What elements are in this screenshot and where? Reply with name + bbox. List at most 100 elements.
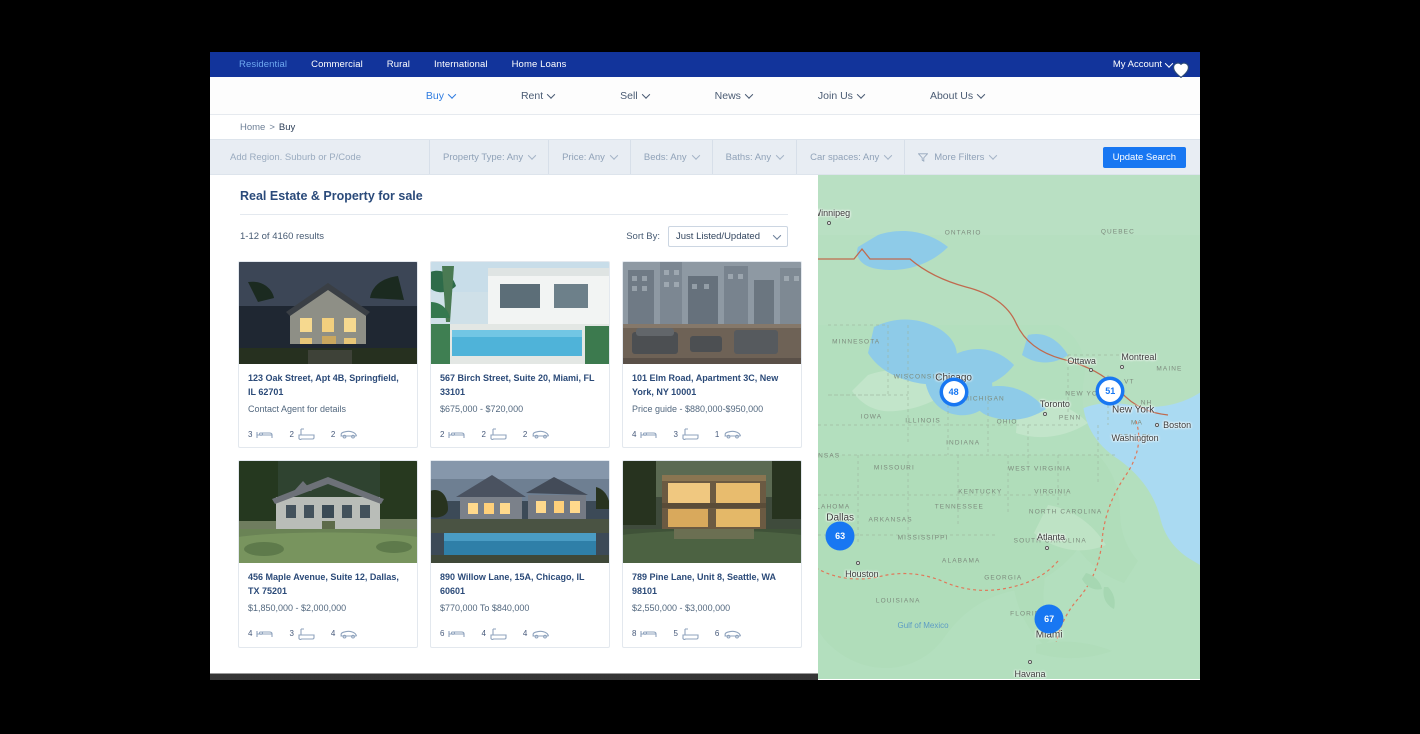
feature-cars: 4: [331, 629, 358, 639]
results-meta-row: 1-12 of 4160 results Sort By: Just Liste…: [240, 215, 788, 247]
listing-features: 6 4 4: [440, 628, 600, 640]
map-city-label: Atlanta: [1037, 532, 1066, 543]
map-cluster-marker[interactable]: 48: [942, 380, 965, 403]
breadcrumb-home[interactable]: Home: [240, 122, 265, 133]
map-region-label: WISCONSIN: [893, 373, 942, 381]
feature-cars: 1: [715, 429, 742, 439]
filter-car-spaces-label: Car spaces: Any: [810, 151, 880, 163]
filter-baths[interactable]: Baths: Any: [713, 140, 798, 174]
my-account-label: My Account: [1112, 59, 1162, 70]
map-city-dot: [1028, 659, 1032, 664]
chevron-down-icon: [527, 151, 537, 160]
map-region-label: ALABAMA: [942, 557, 981, 565]
feature-beds: 6: [440, 628, 466, 639]
map-city-label: Toronto: [1039, 398, 1070, 409]
map-city-label: Dallas: [826, 512, 855, 524]
feature-baths: 3: [289, 628, 315, 640]
topbar-link-residential[interactable]: Residential: [239, 59, 311, 70]
filter-property-type[interactable]: Property Type: Any: [430, 140, 550, 174]
map-city-dot: [1043, 411, 1048, 416]
listing-address: 890 Willow Lane, 15A, Chicago, IL 60601: [440, 572, 585, 597]
listing-card[interactable]: 456 Maple Avenue, Suite 12, Dallas, TX 7…: [238, 62, 1189, 648]
feature-beds: 4: [248, 628, 274, 639]
nav-item-join-us[interactable]: Join Us: [785, 90, 897, 102]
nav-item-rent[interactable]: Rent: [488, 90, 587, 102]
map-panel[interactable]: ONTARIO QUEBEC MINNESOTA WISCONSIN MICHI…: [818, 175, 1200, 679]
map-cluster-marker[interactable]: 51: [1099, 379, 1122, 402]
filter-car-spaces[interactable]: Car spaces: Any: [797, 140, 906, 174]
nav-item-buy[interactable]: Buy: [393, 90, 488, 102]
cars-count: 4: [522, 629, 528, 639]
nav-item-news[interactable]: News: [682, 90, 785, 102]
topbar-link-home-loans[interactable]: Home Loans: [512, 59, 591, 70]
listing-features: 4 3: [248, 628, 408, 640]
baths-count: 4: [481, 629, 486, 639]
feature-baths: 2: [481, 428, 507, 441]
listing-card[interactable]: 101 Elm Road, Apartment 3C, New York, NY…: [622, 62, 1189, 449]
breadcrumb-current: Buy: [278, 121, 296, 133]
map-cluster-marker[interactable]: 67: [1038, 607, 1061, 630]
filter-beds-label: Beds: Any: [643, 151, 687, 163]
bed-icon: [256, 431, 274, 438]
listing-card[interactable]: 890 Willow Lane, 15A, Chicago, IL 60601 …: [430, 62, 1189, 648]
listing-details: 123 Oak Street, Apt 4B, Springfield, IL …: [239, 364, 417, 447]
listing-photo[interactable]: [239, 461, 417, 564]
update-search-button[interactable]: Update Search: [1102, 146, 1186, 168]
sort-by-select[interactable]: Just Listed/Updated: [668, 226, 788, 247]
listing-photo[interactable]: [623, 461, 801, 564]
nav-item-sell[interactable]: Sell: [587, 90, 682, 102]
map-city-label: Ottawa: [1067, 355, 1096, 366]
listing-features: 2 2 2: [440, 428, 600, 441]
bath-icon: [298, 628, 315, 640]
listing-photo[interactable]: [239, 262, 417, 364]
listing-price: Contact Agent for details: [248, 403, 347, 414]
nav-item-news-label: News: [714, 89, 741, 102]
page-title: Real Estate & Property for sale: [240, 189, 788, 215]
listing-photo[interactable]: [431, 262, 609, 364]
map-city-dot: [1119, 364, 1124, 369]
top-utility-bar: Residential Commercial Rural Internation…: [210, 52, 1200, 77]
map-region-label: LOUISIANA: [875, 597, 921, 605]
map-city-label: Houston: [845, 568, 879, 579]
map-region-label: VIRGINIA: [1034, 488, 1072, 496]
baths-count: 3: [289, 629, 294, 639]
topbar-link-rural[interactable]: Rural: [387, 59, 434, 70]
map-region-label: MAINE: [1156, 365, 1183, 373]
listing-photo[interactable]: [623, 262, 801, 364]
listing-address: 567 Birch Street, Suite 20, Miami, FL 33…: [440, 373, 595, 397]
filter-more-filters[interactable]: More Filters: [905, 140, 1102, 174]
modern-wood-glass-home-image: [623, 461, 801, 564]
filter-beds[interactable]: Beds: Any: [631, 140, 713, 174]
bed-icon: [448, 431, 466, 438]
listing-address: 456 Maple Avenue, Suite 12, Dallas, TX 7…: [248, 572, 399, 597]
map-city-label: Winnipeg: [818, 208, 851, 219]
nav-item-about-us[interactable]: About Us: [897, 90, 1017, 102]
map-region-label: KANSAS: [818, 452, 841, 460]
map-city-label: New York: [1112, 404, 1155, 416]
filter-property-type-label: Property Type: Any: [443, 151, 524, 163]
map-cluster-marker[interactable]: 63: [829, 524, 852, 547]
listing-details: 456 Maple Avenue, Suite 12, Dallas, TX 7…: [239, 563, 417, 646]
listing-card[interactable]: 567 Birch Street, Suite 20, Miami, FL 33…: [430, 62, 1189, 449]
topbar-link-commercial[interactable]: Commercial: [311, 59, 387, 70]
topbar-link-international[interactable]: International: [434, 59, 512, 70]
listing-card[interactable]: 789 Pine Lane, Unit 8, Seattle, WA 98101…: [622, 62, 1189, 648]
map-region-label: MISSISSIPPI: [897, 534, 949, 542]
map-region-label: VT: [1124, 378, 1135, 386]
estate-with-pool-dusk-image: [431, 461, 609, 564]
nav-item-join-us-label: Join Us: [817, 89, 853, 102]
map-region-label: OKLAHOMA: [818, 503, 851, 511]
chevron-down-icon: [775, 151, 785, 160]
map-region-label: OHIO: [996, 418, 1018, 426]
listing-features: 8 5 6: [632, 628, 792, 640]
bed-icon: [256, 631, 274, 638]
modern-white-villa-pool-image: [431, 262, 609, 364]
search-input[interactable]: Add Region. Suburb or P/Code: [210, 140, 430, 174]
map-city-dot: [856, 561, 861, 566]
listing-photo[interactable]: [431, 461, 609, 564]
nav-item-buy-label: Buy: [425, 89, 444, 102]
listing-price: $2,550,000 - $3,000,000: [632, 603, 731, 614]
map-region-label: IOWA: [860, 413, 883, 421]
filter-price[interactable]: Price: Any: [549, 140, 631, 174]
listing-card[interactable]: 123 Oak Street, Apt 4B, Springfield, IL …: [238, 62, 1189, 449]
